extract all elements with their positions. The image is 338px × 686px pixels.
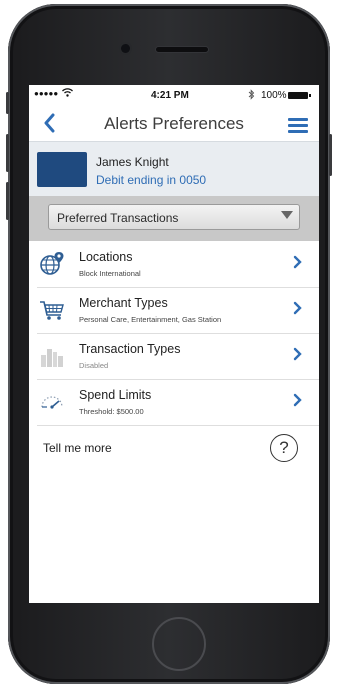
dropdown-arrow-icon (281, 211, 293, 219)
globe-pin-icon (39, 251, 65, 277)
alert-title: Transaction Types (79, 342, 181, 356)
alert-row-transaction-types[interactable]: Transaction Types Disabled (37, 334, 319, 380)
gauge-icon (39, 389, 65, 415)
home-button[interactable] (152, 617, 206, 671)
signal-icon: ●●●●● (34, 89, 59, 98)
chevron-right-icon (293, 253, 302, 273)
alert-title: Merchant Types (79, 296, 168, 310)
volume-up-button (6, 134, 9, 172)
volume-down-button (6, 182, 9, 220)
chevron-right-icon (293, 299, 302, 319)
city-buildings-icon (39, 343, 65, 369)
alert-subtitle: Personal Care, Entertainment, Gas Statio… (79, 315, 222, 324)
alert-subtitle: Threshold: $500.00 (79, 407, 144, 416)
hamburger-menu-icon[interactable] (288, 118, 308, 133)
alert-subtitle: Disabled (79, 361, 109, 370)
navigation-bar: Alerts Preferences (29, 107, 319, 141)
chevron-right-icon (293, 391, 302, 411)
filter-bar: Preferred Transactions (29, 196, 319, 241)
battery-icon (288, 92, 311, 99)
battery-percentage: 100% (261, 90, 287, 101)
transaction-filter-dropdown[interactable]: Preferred Transactions (48, 204, 300, 230)
alert-row-merchant-types[interactable]: Merchant Types Personal Care, Entertainm… (37, 288, 319, 334)
alert-row-spend-limits[interactable]: Spend Limits Threshold: $500.00 (37, 380, 319, 426)
alert-title: Locations (79, 250, 133, 264)
mute-switch (6, 92, 9, 114)
front-camera (121, 44, 130, 53)
wifi-icon (62, 88, 73, 100)
card-description: Debit ending in 0050 (96, 173, 207, 187)
shopping-cart-icon (39, 297, 65, 323)
screen: ●●●●● 4:21 PM 100% Alerts Preferences Ja… (29, 85, 319, 603)
account-holder-name: James Knight (96, 155, 169, 169)
alert-subtitle: Block International (79, 269, 141, 278)
alert-category-list: Locations Block International Merchant T… (29, 242, 319, 426)
page-title: Alerts Preferences (104, 114, 244, 133)
power-button (329, 134, 332, 176)
dropdown-selected-value: Preferred Transactions (57, 211, 179, 225)
alert-title: Spend Limits (79, 388, 152, 402)
chevron-right-icon (293, 345, 302, 365)
bluetooth-icon (248, 89, 255, 103)
earpiece-speaker (156, 47, 208, 52)
card-thumbnail (37, 152, 87, 187)
help-question-icon[interactable]: ? (270, 434, 298, 462)
tell-me-more-link[interactable]: Tell me more (43, 441, 112, 455)
alert-row-locations[interactable]: Locations Block International (37, 242, 319, 288)
status-bar: ●●●●● 4:21 PM 100% (29, 85, 319, 107)
account-summary: James Knight Debit ending in 0050 (29, 141, 319, 196)
status-time: 4:21 PM (151, 90, 189, 101)
